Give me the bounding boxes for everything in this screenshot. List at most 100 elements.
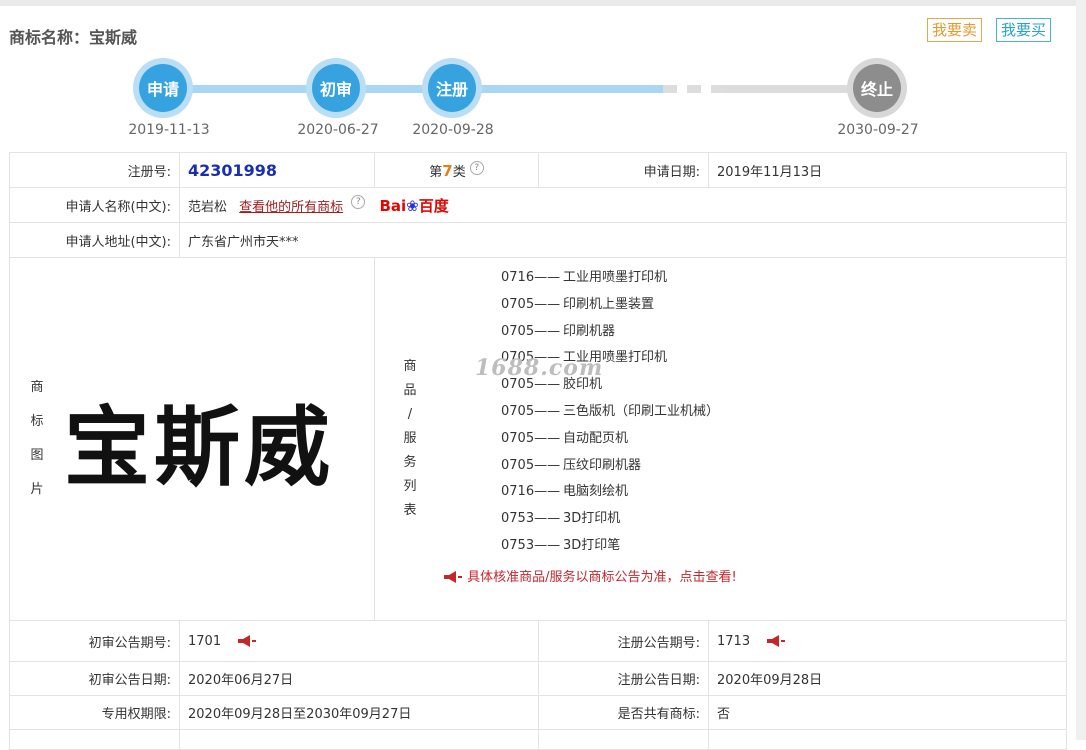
goods-note-link[interactable]: 具体核准商品/服务以商标公告为准，点击查看! bbox=[443, 566, 1066, 585]
goods-code: 0705—— bbox=[501, 457, 561, 473]
table-row: 初审公告日期: 2020年06月27日 注册公告日期: 2020年09月28日 bbox=[9, 661, 1067, 696]
buy-button[interactable]: 我要买 bbox=[996, 18, 1052, 42]
goods-label: 商 品 / 服 务 列 表 bbox=[400, 355, 420, 523]
reg-issue-label: 注册公告期号: bbox=[538, 620, 709, 662]
table-row: 商 标 图 片 宝斯威 商 品 / 服 务 列 表 0716—— 工业用喷墨打印… bbox=[9, 257, 1067, 621]
timeline-date: 2019-11-13 bbox=[128, 122, 210, 138]
list-item: 0753—— 3D打印机 bbox=[501, 506, 1066, 533]
goods-code: 0753—— bbox=[501, 511, 561, 527]
timeline-date: 2030-09-27 bbox=[837, 122, 919, 138]
apply-date-label: 申请日期: bbox=[538, 152, 709, 188]
goods-name: 三色版机（印刷工业机械） bbox=[563, 403, 720, 419]
megaphone-icon[interactable] bbox=[237, 635, 257, 647]
goods-code: 0716—— bbox=[501, 484, 561, 500]
reg-no-value: 42301998 bbox=[188, 160, 278, 180]
applicant-label: 申请人名称(中文): bbox=[9, 187, 180, 223]
help-icon[interactable]: ? bbox=[469, 160, 484, 175]
timeline-node-label: 终止 bbox=[853, 64, 901, 112]
goods-label-char: 品 bbox=[403, 383, 417, 398]
goods-name: 印刷机上墨装置 bbox=[563, 296, 655, 312]
goods-name: 3D打印机 bbox=[563, 511, 621, 527]
list-item: 0705—— 三色版机（印刷工业机械） bbox=[501, 399, 1066, 426]
goods-name: 压纹印刷机器 bbox=[563, 457, 642, 473]
reg-issue-value: 1713 bbox=[717, 633, 751, 649]
help-icon[interactable]: ? bbox=[351, 194, 366, 209]
list-item: 0705—— 印刷机器 bbox=[501, 319, 1066, 346]
reg-issue-cell: 1713 bbox=[708, 620, 1067, 662]
timeline-node-label: 注册 bbox=[428, 64, 476, 112]
prelim-date-label: 初审公告日期: bbox=[9, 661, 180, 696]
megaphone-icon bbox=[444, 571, 462, 584]
goods-name: 工业用喷墨打印机 bbox=[563, 270, 668, 285]
applicant-cell: 范岩松 查看他的所有商标 ? Bai❀百度 bbox=[179, 187, 1067, 223]
timeline-track-done bbox=[165, 85, 663, 93]
goods-label-char: / bbox=[407, 407, 413, 422]
image-cell: 商 标 图 片 宝斯威 bbox=[9, 257, 375, 621]
reg-date-label: 注册公告日期: bbox=[538, 661, 709, 696]
list-item: 0716—— 电脑刻绘机 bbox=[501, 479, 1066, 506]
table-row: 初审公告期号: 1701 注册公告期号: 1713 bbox=[9, 620, 1067, 662]
class-prefix: 第 bbox=[429, 164, 443, 180]
goods-note-text: 具体核准商品/服务以商标公告为准，点击查看! bbox=[467, 569, 737, 585]
applicant-value: 范岩松 bbox=[188, 199, 228, 215]
goods-code: 0705—— bbox=[501, 296, 561, 312]
timeline-date: 2020-09-28 bbox=[412, 122, 494, 138]
list-item: 0705—— 压纹印刷机器 bbox=[501, 453, 1066, 480]
timeline-node-prelim: 初审 bbox=[306, 58, 366, 118]
goods-code: 0705—— bbox=[501, 323, 561, 339]
prelim-issue-value: 1701 bbox=[188, 633, 222, 649]
list-item: 0716—— 工业用喷墨打印机 bbox=[501, 265, 1066, 292]
goods-code: 0753—— bbox=[501, 537, 561, 553]
timeline-track-gap bbox=[663, 85, 723, 93]
goods-name: 3D打印笔 bbox=[563, 537, 621, 553]
goods-label-char: 列 bbox=[403, 479, 417, 494]
goods-label-char: 表 bbox=[403, 503, 417, 518]
image-label-char: 标 bbox=[30, 414, 44, 429]
baidu-logo-text: Bai bbox=[379, 196, 407, 215]
reg-date-value: 2020年09月28日 bbox=[708, 661, 1067, 696]
goods-list: 0716—— 工业用喷墨打印机 0705—— 印刷机上墨装置 0705—— 印刷机器 … bbox=[501, 265, 1066, 560]
image-label-char: 商 bbox=[30, 380, 44, 395]
goods-label-char: 商 bbox=[403, 359, 417, 374]
address-value: 广东省广州市天*** bbox=[179, 222, 1067, 258]
reg-no-label: 注册号: bbox=[9, 152, 180, 188]
sell-button[interactable]: 我要卖 bbox=[927, 18, 983, 42]
trademark-info-table: 注册号: 42301998 第7类? 申请日期: 2019年11月13日 申请人… bbox=[9, 152, 1067, 750]
status-timeline: 申请 2019-11-13 初审 2020-06-27 注册 2020-09-2… bbox=[0, 55, 1086, 145]
address-label: 申请人地址(中文): bbox=[9, 222, 180, 258]
goods-code: 0705—— bbox=[501, 403, 561, 419]
list-item: 0705—— 印刷机上墨装置 bbox=[501, 292, 1066, 319]
trademark-image: 宝斯威 bbox=[64, 397, 334, 498]
apply-date-value: 2019年11月13日 bbox=[708, 152, 1067, 188]
prelim-issue-cell: 1701 bbox=[179, 620, 539, 662]
timeline-node-label: 初审 bbox=[312, 64, 360, 112]
baidu-paw-icon: ❀ bbox=[406, 196, 419, 215]
baidu-search-link[interactable]: Bai❀百度 bbox=[379, 197, 448, 215]
shared-value: 否 bbox=[708, 695, 1067, 730]
exclusive-period-label: 专用权期限: bbox=[9, 695, 180, 730]
class-cell: 第7类? bbox=[374, 152, 539, 188]
timeline-node-register: 注册 bbox=[422, 58, 482, 118]
list-item: 0753—— 3D打印笔 bbox=[501, 533, 1066, 560]
page-title: 商标名称：宝斯威 bbox=[9, 28, 138, 47]
megaphone-icon[interactable] bbox=[766, 635, 786, 647]
goods-code: 0716—— bbox=[501, 270, 561, 285]
goods-name: 自动配页机 bbox=[563, 430, 629, 446]
class-suffix: 类 bbox=[452, 164, 466, 180]
top-border bbox=[0, 0, 1086, 6]
image-label-char: 片 bbox=[30, 482, 44, 497]
goods-name: 电脑刻绘机 bbox=[563, 484, 629, 500]
table-row: 申请人名称(中文): 范岩松 查看他的所有商标 ? Bai❀百度 bbox=[9, 187, 1067, 223]
timeline-date: 2020-06-27 bbox=[297, 122, 379, 138]
goods-name: 印刷机器 bbox=[563, 323, 616, 339]
class-number[interactable]: 7 bbox=[442, 162, 452, 180]
image-label-char: 图 bbox=[30, 448, 44, 463]
view-all-trademarks-link[interactable]: 查看他的所有商标 bbox=[239, 200, 343, 215]
watermark: 1688.com bbox=[475, 355, 604, 381]
goods-code: 0705—— bbox=[501, 430, 561, 446]
exclusive-period-value: 2020年09月28日至2030年09月27日 bbox=[179, 695, 539, 730]
table-row: 申请人地址(中文): 广东省广州市天*** bbox=[9, 222, 1067, 258]
shared-label: 是否共有商标: bbox=[538, 695, 709, 730]
table-row: 专用权期限: 2020年09月28日至2030年09月27日 是否共有商标: 否 bbox=[9, 695, 1067, 730]
goods-label-char: 务 bbox=[403, 455, 417, 470]
